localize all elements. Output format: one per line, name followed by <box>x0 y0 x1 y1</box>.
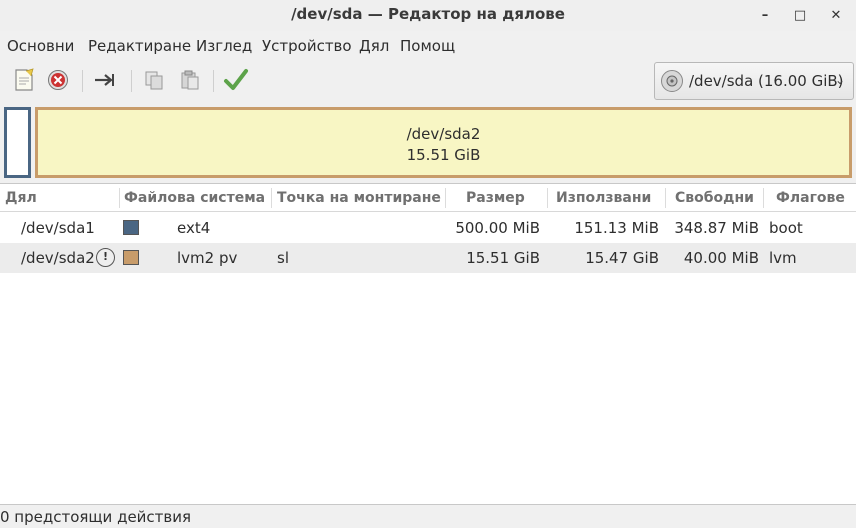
toolbar-separator <box>131 70 132 92</box>
filesystem-color-swatch <box>123 220 139 235</box>
cell-used: 15.47 GiB <box>585 249 659 267</box>
partition-table: Дял Файлова система Точка на монтиране Р… <box>0 183 856 505</box>
menu-bar: Основни Редактиране Изглед Устройство Дя… <box>0 33 856 59</box>
menu-device[interactable]: Устройство <box>262 37 352 55</box>
close-button[interactable]: ✕ <box>826 6 846 26</box>
cell-partition: /dev/sda2 <box>21 249 95 267</box>
disk-icon <box>661 70 683 92</box>
cell-partition: /dev/sda1 <box>21 219 95 237</box>
table-header: Дял Файлова система Точка на монтиране Р… <box>0 184 856 212</box>
cell-mountpoint: sl <box>277 249 289 267</box>
partition-block-sda1[interactable] <box>4 107 31 178</box>
lock-icon: ! <box>96 248 115 267</box>
partition-block-sda2[interactable]: /dev/sda2 15.51 GiB <box>35 107 852 178</box>
menu-edit[interactable]: Редактиране <box>88 37 191 55</box>
table-row[interactable]: /dev/sda1 ext4 500.00 MiB 151.13 MiB 348… <box>0 213 856 243</box>
maximize-button[interactable]: □ <box>790 6 810 26</box>
partition-block-size: 15.51 GiB <box>406 146 481 164</box>
toolbar-separator <box>82 70 83 92</box>
col-partition[interactable]: Дял <box>5 190 37 206</box>
status-text: 0 предстоящи действия <box>0 508 192 526</box>
resize-move-icon[interactable] <box>91 66 119 94</box>
col-free[interactable]: Свободни <box>675 190 754 206</box>
col-filesystem[interactable]: Файлова система <box>124 190 265 206</box>
filesystem-color-swatch <box>123 250 139 265</box>
cell-filesystem: ext4 <box>177 219 211 237</box>
new-partition-icon[interactable] <box>10 66 38 94</box>
col-used[interactable]: Използвани <box>556 190 651 206</box>
cell-flags: lvm <box>769 249 797 267</box>
partition-map: /dev/sda2 15.51 GiB <box>4 107 852 178</box>
toolbar-separator <box>213 70 214 92</box>
device-selector[interactable]: /dev/sda (16.00 GiB) ⌄ <box>654 62 854 100</box>
chevron-down-icon: ⌄ <box>834 73 845 87</box>
device-label: /dev/sda (16.00 GiB) <box>689 72 844 90</box>
title-bar: /dev/sda — Редактор на дялове – □ ✕ <box>0 0 856 31</box>
col-size[interactable]: Размер <box>466 190 525 206</box>
menu-view[interactable]: Изглед <box>196 37 252 55</box>
partition-block-name: /dev/sda2 <box>406 125 481 143</box>
cell-free: 40.00 MiB <box>683 249 759 267</box>
col-flags[interactable]: Флагове <box>776 190 845 206</box>
cell-size: 15.51 GiB <box>466 249 540 267</box>
col-mountpoint[interactable]: Точка на монтиране <box>277 190 441 206</box>
cell-flags: boot <box>769 219 803 237</box>
cell-size: 500.00 MiB <box>455 219 540 237</box>
cell-filesystem: lvm2 pv <box>177 249 238 267</box>
copy-icon[interactable] <box>140 66 168 94</box>
paste-icon[interactable] <box>176 66 204 94</box>
window-title: /dev/sda — Редактор на дялове <box>291 5 565 23</box>
minimize-button[interactable]: – <box>755 6 775 26</box>
menu-partition[interactable]: Дял <box>359 37 389 55</box>
menu-help[interactable]: Помощ <box>400 37 455 55</box>
table-row[interactable]: /dev/sda2 ! lvm2 pv sl 15.51 GiB 15.47 G… <box>0 243 856 273</box>
delete-icon[interactable] <box>44 66 72 94</box>
cell-free: 348.87 MiB <box>674 219 759 237</box>
apply-icon[interactable] <box>222 66 250 94</box>
cell-used: 151.13 MiB <box>574 219 659 237</box>
menu-general[interactable]: Основни <box>7 37 74 55</box>
